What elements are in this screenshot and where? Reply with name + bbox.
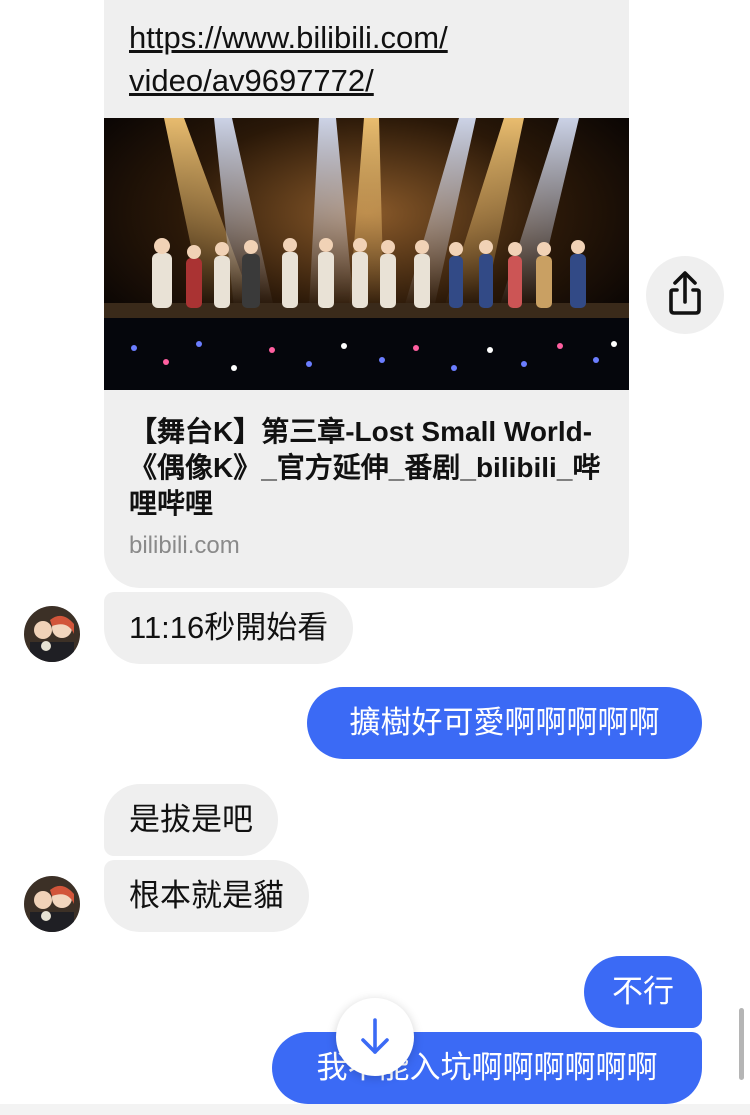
message-text: 擴樹好可愛啊啊啊啊啊	[349, 705, 660, 740]
avatar[interactable]	[24, 606, 80, 662]
share-button[interactable]	[646, 256, 724, 334]
link-url-line1[interactable]: https://www.bilibili.com/	[129, 20, 448, 55]
message-bubble[interactable]: 根本就是貓	[104, 860, 309, 932]
message-text: 不行	[612, 974, 674, 1009]
message-text: 是拔是吧	[129, 802, 253, 837]
video-thumbnail[interactable]	[104, 118, 629, 390]
message-bubble[interactable]: 不行	[584, 956, 702, 1028]
link-title[interactable]: 【舞台K】第三章-Lost Small World-《偶像K》_官方延伸_番剧_…	[129, 414, 609, 522]
arrow-down-icon	[361, 1018, 389, 1054]
avatar-image	[24, 606, 80, 662]
scroll-to-bottom-button[interactable]	[336, 998, 414, 1076]
message-text: 11:16秒開始看	[129, 610, 329, 645]
message-text: 根本就是貓	[129, 878, 284, 913]
link-domain: bilibili.com	[129, 532, 240, 559]
scrollbar[interactable]	[739, 1008, 744, 1080]
link-url[interactable]: https://www.bilibili.com/ video/av969777…	[129, 16, 599, 102]
link-url-line2[interactable]: video/av9697772/	[129, 63, 374, 98]
message-bubble[interactable]: 擴樹好可愛啊啊啊啊啊	[307, 687, 702, 759]
avatar[interactable]	[24, 876, 80, 932]
share-icon	[669, 271, 701, 315]
message-bubble[interactable]: 11:16秒開始看	[104, 592, 354, 664]
composer-edge	[0, 1104, 750, 1115]
link-preview-card[interactable]: https://www.bilibili.com/ video/av969777…	[104, 0, 629, 588]
avatar-image	[24, 876, 80, 932]
message-bubble[interactable]: 是拔是吧	[104, 784, 278, 856]
